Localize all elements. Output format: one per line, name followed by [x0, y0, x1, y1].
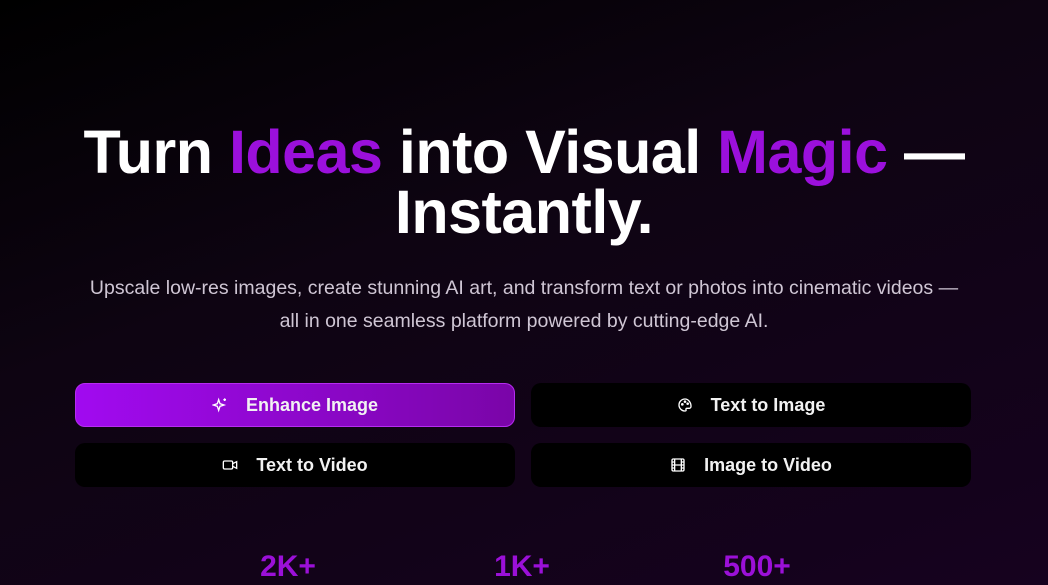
palette-icon: [677, 398, 692, 412]
video-camera-icon: [222, 460, 238, 470]
title-text: Turn: [83, 118, 229, 186]
title-text: into Visual: [382, 118, 718, 186]
button-label: Text to Video: [256, 454, 368, 475]
stat-value: 500+: [723, 550, 791, 583]
image-to-video-button[interactable]: Image to Video: [531, 443, 971, 487]
title-line2: Instantly.: [394, 178, 654, 246]
hero-title: Turn Ideas into Visual Magic — Instantly…: [0, 122, 1048, 243]
stat-value: 2K+: [260, 550, 316, 583]
hero-subtitle: Upscale low-res images, create stunning …: [89, 277, 959, 332]
title-accent-magic: Magic: [717, 118, 888, 186]
text-to-video-button[interactable]: Text to Video: [75, 443, 515, 487]
button-label: Text to Image: [710, 394, 826, 415]
stat-value: 1K+: [494, 550, 550, 583]
title-accent-ideas: Ideas: [228, 118, 383, 186]
button-label: Enhance Image: [245, 394, 379, 415]
text-to-image-button[interactable]: Text to Image: [531, 383, 971, 427]
title-text: —: [887, 118, 965, 186]
film-icon: [671, 458, 685, 472]
enhance-image-button[interactable]: Enhance Image: [75, 383, 515, 427]
sparkles-icon: [211, 397, 227, 413]
button-label: Image to Video: [704, 454, 832, 475]
